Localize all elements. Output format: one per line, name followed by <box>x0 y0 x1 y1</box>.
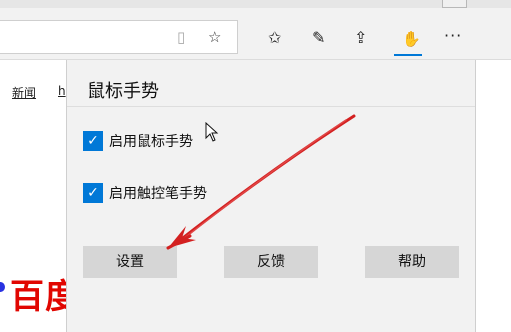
share-icon[interactable]: ⇪ <box>354 30 367 46</box>
favorites-list-icon[interactable]: ✩ <box>268 30 281 46</box>
panel-title: 鼠标手势 <box>87 81 159 102</box>
checkbox-checked-icon[interactable]: ✓ <box>83 183 103 203</box>
logo-dot <box>0 282 5 292</box>
gesture-extension-icon: ✋ <box>402 30 421 48</box>
partial-link[interactable]: h <box>58 84 66 98</box>
gesture-extension-button[interactable]: ✋ <box>392 22 424 56</box>
panel-divider <box>67 106 475 107</box>
checkbox-checked-icon[interactable]: ✓ <box>83 131 103 151</box>
mouse-cursor-icon <box>205 122 219 142</box>
feedback-button[interactable]: 反馈 <box>224 246 318 278</box>
reading-view-icon[interactable]: ▯ <box>177 30 185 45</box>
enable-pen-gesture-label: 启用触控笔手势 <box>109 186 207 202</box>
settings-button[interactable]: 设置 <box>83 246 177 278</box>
enable-pen-gesture-option[interactable]: ✓ 启用触控笔手势 <box>83 183 207 203</box>
active-indicator <box>394 54 422 56</box>
address-bar[interactable] <box>0 20 238 54</box>
pen-icon[interactable]: ✎ <box>312 30 325 46</box>
window-control-button[interactable] <box>442 0 467 8</box>
news-link[interactable]: 新闻 <box>12 84 36 101</box>
browser-toolbar <box>0 0 511 60</box>
enable-mouse-gesture-option[interactable]: ✓ 启用鼠标手势 <box>83 131 193 151</box>
enable-mouse-gesture-label: 启用鼠标手势 <box>109 134 193 150</box>
more-icon[interactable]: ··· <box>444 28 462 44</box>
favorite-star-icon[interactable]: ☆ <box>208 30 221 45</box>
title-bar-strip <box>0 0 511 8</box>
help-button[interactable]: 帮助 <box>365 246 459 278</box>
mouse-gesture-panel: 鼠标手势 ✓ 启用鼠标手势 ✓ 启用触控笔手势 设置 反馈 帮助 <box>66 60 476 332</box>
